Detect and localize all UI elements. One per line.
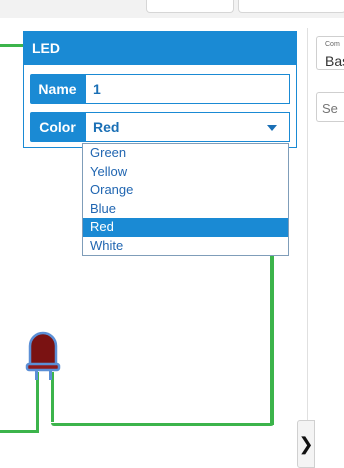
- chevron-right-icon[interactable]: ❯: [297, 420, 315, 468]
- color-option-orange[interactable]: Orange: [83, 181, 288, 200]
- components-panel: Com Ba s: [307, 28, 344, 468]
- top-toolbar: [0, 0, 344, 18]
- name-input[interactable]: 1: [85, 74, 290, 104]
- wire-segment[interactable]: [0, 44, 24, 47]
- search-input[interactable]: [317, 93, 344, 123]
- color-option-green[interactable]: Green: [83, 144, 288, 163]
- name-label: Name: [30, 74, 85, 104]
- chevron-down-icon[interactable]: [267, 125, 277, 131]
- color-option-white[interactable]: White: [83, 237, 288, 256]
- color-label: Color: [30, 112, 85, 142]
- components-label: Com: [325, 41, 340, 48]
- color-option-yellow[interactable]: Yellow: [83, 163, 288, 182]
- search-field[interactable]: [316, 92, 344, 123]
- toolbar-tab[interactable]: [146, 0, 234, 13]
- color-options-list[interactable]: Green Yellow Orange Blue Red White: [82, 143, 289, 256]
- color-select[interactable]: Red: [85, 112, 290, 142]
- inspector-title: LED: [24, 32, 296, 65]
- wire-segment[interactable]: [51, 423, 274, 426]
- color-option-blue[interactable]: Blue: [83, 200, 288, 219]
- component-inspector: LED Name 1 Color Red: [23, 31, 297, 148]
- components-select[interactable]: Com Bas: [316, 36, 344, 70]
- led-component-icon[interactable]: [24, 330, 64, 380]
- color-select-value: Red: [93, 119, 120, 135]
- toolbar-tab[interactable]: [238, 0, 344, 13]
- wire-segment[interactable]: [0, 430, 39, 433]
- wire-segment[interactable]: [36, 372, 39, 432]
- components-value: Bas: [325, 53, 344, 69]
- color-option-red[interactable]: Red: [83, 218, 288, 237]
- wire-segment[interactable]: [270, 255, 274, 425]
